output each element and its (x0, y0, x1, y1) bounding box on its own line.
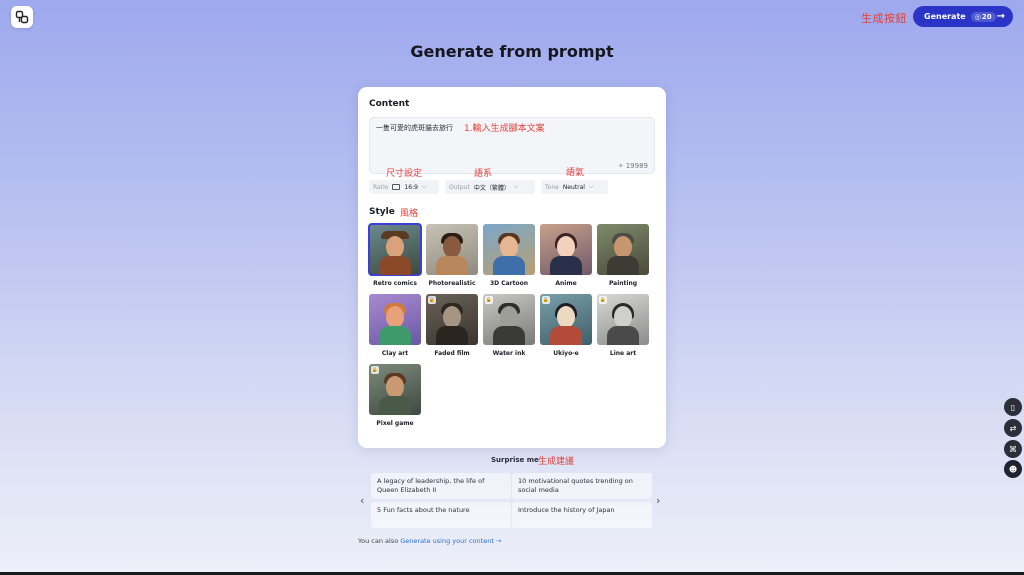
style-name: Faded film (434, 350, 470, 357)
generate-annotation: 生成按鈕 (861, 12, 907, 25)
generate-label: Generate (924, 12, 966, 21)
arrow-right-icon: → (996, 11, 1005, 22)
style-thumbnail (540, 224, 592, 275)
footer-prefix: You can also (358, 537, 399, 545)
surprise-me-label[interactable]: Surprise me (491, 456, 539, 464)
style-name: Line art (609, 350, 637, 357)
generate-button[interactable]: Generate ◎ 20 → (913, 6, 1013, 27)
logo-icon (15, 10, 29, 24)
style-painting[interactable]: Painting (597, 224, 649, 287)
style-thumbnail (483, 224, 535, 275)
footer-note: You can also Generate using your content… (358, 537, 501, 545)
tone-annotation: 語氣 (566, 168, 585, 178)
style-faded-film[interactable]: 🔒 Faded film (426, 294, 478, 357)
style-thumbnail (426, 224, 478, 275)
ratio-key: Ratio (373, 183, 389, 191)
suggestion-card[interactable]: 10 motivational quotes trending on socia… (512, 473, 652, 499)
credits-icon: ◎ (974, 12, 981, 21)
suggestion-card[interactable]: 5 Fun facts about the nature (371, 502, 511, 528)
style-anime[interactable]: Anime (540, 224, 592, 287)
chevron-right-icon[interactable]: › (656, 494, 660, 507)
output-key: Output (449, 183, 470, 191)
style-thumbnail (597, 224, 649, 275)
char-counter: ✦ 19989 (618, 162, 648, 170)
style-name: Pixel game (376, 420, 414, 427)
tone-select[interactable]: Tone Neutral ⌵ (541, 180, 608, 194)
style-name: Painting (608, 280, 638, 287)
style-water-ink[interactable]: 🔒 Water ink (483, 294, 535, 357)
lock-icon: 🔒 (371, 366, 379, 374)
lock-icon: 🔒 (428, 296, 436, 304)
prompt-text: 一隻可愛的虎斑貓去旅行 (376, 124, 453, 132)
tone-key: Tone (545, 183, 559, 191)
output-value: 中文（繁體） (473, 184, 510, 192)
style-pixel-game[interactable]: 🔒 Pixel game (369, 364, 421, 427)
style-name: Photorealistic (428, 280, 476, 287)
chevron-down-icon: ⌵ (588, 183, 594, 190)
style-name: 3D Cartoon (489, 280, 529, 287)
chevron-down-icon: ⌵ (421, 183, 427, 190)
ratio-icon (392, 184, 401, 190)
suggestion-card[interactable]: A legacy of leadership, the life of Quee… (371, 473, 511, 499)
style-thumbnail (369, 294, 421, 345)
credits-count: 20 (981, 12, 992, 21)
style-name: Anime (555, 280, 577, 287)
style-label: Style (369, 207, 395, 217)
style-name: Retro comics (373, 280, 417, 287)
style-thumbnail: 🔒 (369, 364, 421, 415)
style-thumbnail: 🔒 (483, 294, 535, 345)
style-thumbnail (368, 223, 422, 276)
prompt-annotation: 1.輸入生成腳本文案 (464, 124, 545, 134)
tone-value: Neutral (562, 183, 585, 191)
ratio-annotation: 尺寸設定 (386, 169, 423, 179)
output-select[interactable]: Output 中文（繁體） ⌵ (445, 180, 535, 194)
credits-badge: ◎ 20 (970, 11, 996, 22)
page-title: Generate from prompt (410, 42, 614, 61)
style-name: Water ink (492, 350, 526, 357)
style-ukiyo-e[interactable]: 🔒 Ukiyo-e (540, 294, 592, 357)
ratio-value: 16:9 (404, 183, 418, 191)
style-3d-cartoon[interactable]: 3D Cartoon (483, 224, 535, 287)
generate-using-content-link[interactable]: Generate using your content → (400, 537, 501, 545)
style-thumbnail: 🔒 (597, 294, 649, 345)
apps-icon[interactable]: ⌘ (1004, 440, 1022, 458)
style-retro-comics[interactable]: Retro comics (368, 223, 422, 287)
suggestion-card[interactable]: Introduce the history of Japan (512, 502, 652, 528)
lock-icon: 🔒 (599, 296, 607, 304)
style-thumbnail: 🔒 (426, 294, 478, 345)
book-icon[interactable]: ▯ (1004, 398, 1022, 416)
style-line-art[interactable]: 🔒 Line art (597, 294, 649, 357)
surprise-annotation: 生成建議 (538, 457, 575, 467)
chat-bot-icon[interactable]: ☻ (1004, 460, 1022, 478)
chevron-down-icon: ⌵ (513, 183, 519, 190)
style-name: Clay art (381, 350, 409, 357)
lock-icon: 🔒 (485, 296, 493, 304)
app-logo[interactable] (11, 6, 33, 28)
style-annotation: 風格 (400, 209, 419, 219)
star-icon: ✦ (617, 162, 624, 170)
style-name: Ukiyo-e (553, 350, 579, 357)
content-label: Content (369, 99, 410, 109)
output-annotation: 語系 (474, 169, 493, 179)
lock-icon: 🔒 (542, 296, 550, 304)
translate-icon[interactable]: ⇄ (1004, 419, 1022, 437)
style-clay-art[interactable]: Clay art (369, 294, 421, 357)
style-photorealistic[interactable]: Photorealistic (426, 224, 478, 287)
style-thumbnail: 🔒 (540, 294, 592, 345)
ratio-select[interactable]: Ratio 16:9 ⌵ (369, 180, 439, 194)
chevron-left-icon[interactable]: ‹ (360, 494, 364, 507)
char-count-value: 19989 (625, 162, 648, 170)
prompt-card: Content 一隻可愛的虎斑貓去旅行 1.輸入生成腳本文案 ✦ 19989 尺… (358, 87, 666, 448)
